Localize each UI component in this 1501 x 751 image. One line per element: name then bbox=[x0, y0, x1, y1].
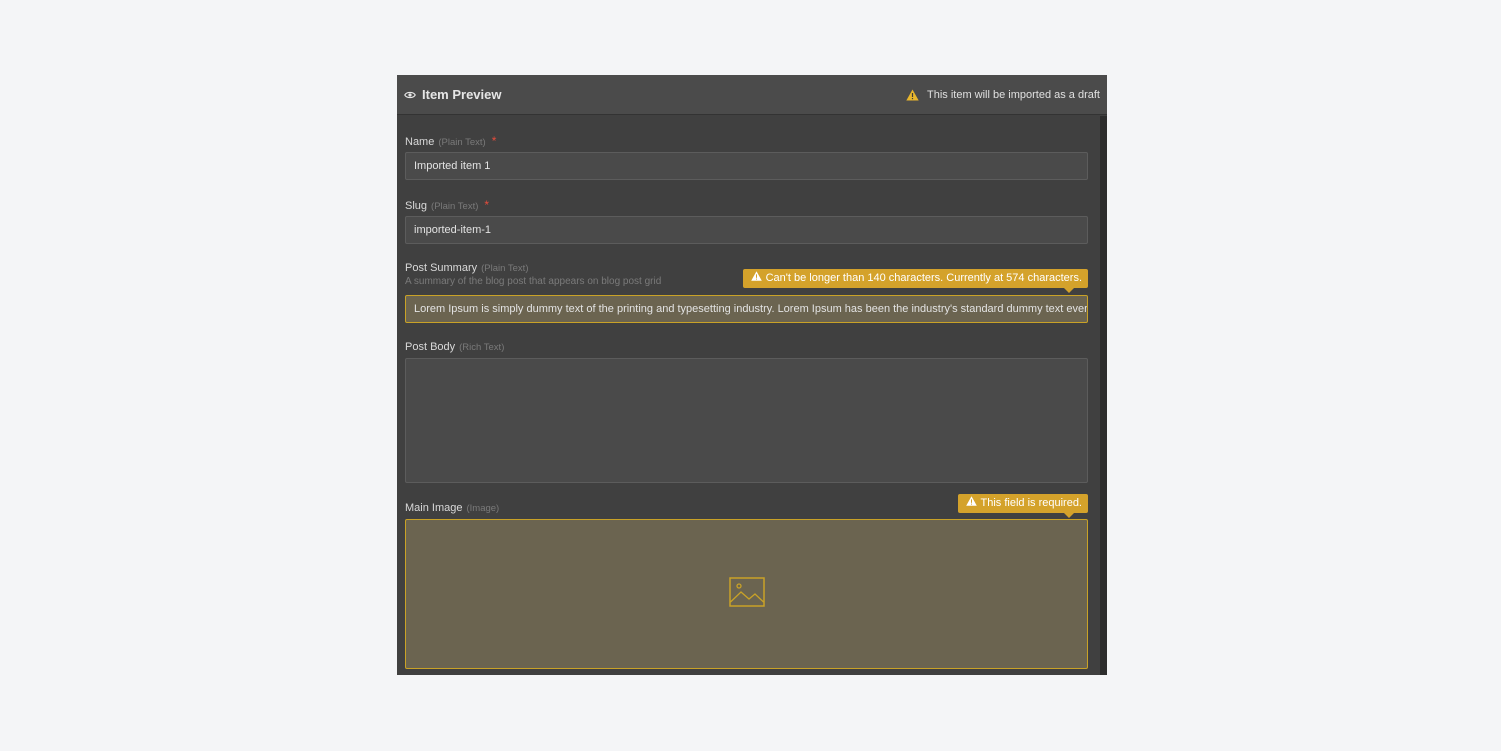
name-field: Name (Plain Text) * bbox=[405, 134, 496, 148]
item-preview-panel: Item Preview This item will be imported … bbox=[397, 75, 1107, 675]
image-warning-tooltip: This field is required. bbox=[957, 494, 1088, 518]
name-label: Name bbox=[405, 136, 435, 148]
slug-label-row: Slug (Plain Text) * bbox=[405, 198, 489, 212]
summary-input[interactable]: Lorem Ipsum is simply dummy text of the … bbox=[405, 295, 1088, 323]
slug-input[interactable]: imported-item-1 bbox=[405, 216, 1088, 244]
image-placeholder-icon bbox=[728, 576, 765, 612]
image-label: Main Image bbox=[405, 502, 463, 514]
name-input[interactable]: Imported item 1 bbox=[405, 152, 1088, 180]
draft-notice: This item will be imported as a draft bbox=[906, 89, 1100, 101]
page-background: Item Preview This item will be imported … bbox=[0, 0, 1501, 751]
body-field: Post Body (Rich Text) bbox=[405, 341, 504, 353]
slug-type: (Plain Text) bbox=[431, 201, 479, 212]
image-warning-text: This field is required. bbox=[980, 497, 1083, 509]
image-type: (Image) bbox=[466, 503, 500, 514]
slug-field: Slug (Plain Text) * bbox=[405, 198, 489, 212]
eye-icon bbox=[404, 89, 416, 101]
body-rich-text-editor[interactable] bbox=[405, 358, 1088, 483]
scrollbar[interactable] bbox=[1100, 116, 1107, 675]
header-title-group: Item Preview bbox=[404, 87, 502, 102]
image-field: Main Image (Image) bbox=[405, 502, 499, 514]
slug-required-marker: * bbox=[484, 198, 490, 212]
warning-icon bbox=[750, 269, 762, 288]
name-type: (Plain Text) bbox=[438, 137, 486, 148]
draft-notice-text: This item will be imported as a draft bbox=[926, 88, 1100, 101]
image-label-row: Main Image (Image) bbox=[405, 502, 499, 514]
body-label: Post Body bbox=[405, 341, 456, 353]
body-type: (Rich Text) bbox=[459, 342, 505, 353]
summary-warning-text: Can't be longer than 140 characters. Cur… bbox=[765, 272, 1082, 284]
summary-warning-tooltip: Can't be longer than 140 characters. Cur… bbox=[742, 269, 1088, 293]
warning-icon bbox=[906, 89, 919, 101]
name-label-row: Name (Plain Text) * bbox=[405, 134, 496, 148]
summary-type: (Plain Text) bbox=[481, 263, 529, 274]
warning-icon bbox=[965, 494, 977, 513]
panel-title: Item Preview bbox=[422, 87, 502, 102]
name-required-marker: * bbox=[491, 134, 497, 148]
panel-header: Item Preview This item will be imported … bbox=[397, 75, 1107, 115]
summary-label: Post Summary bbox=[405, 262, 478, 274]
slug-label: Slug bbox=[405, 200, 428, 212]
image-upload-area[interactable] bbox=[405, 519, 1088, 669]
body-label-row: Post Body (Rich Text) bbox=[405, 341, 504, 353]
